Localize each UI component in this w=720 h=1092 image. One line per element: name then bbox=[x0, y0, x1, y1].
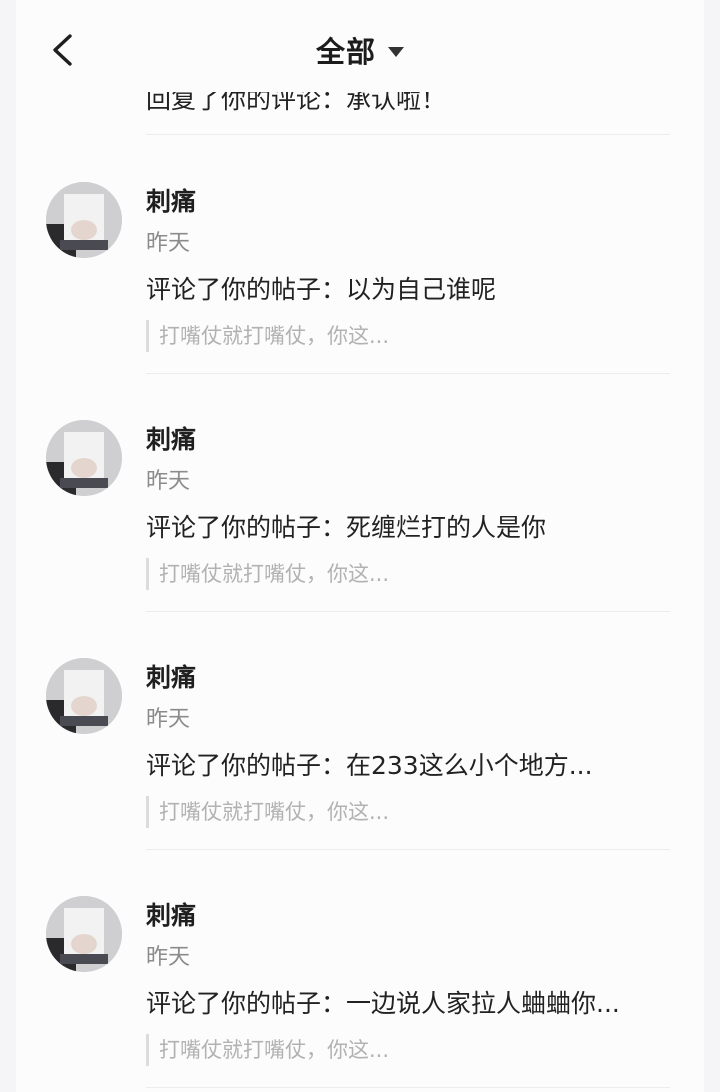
avatar[interactable] bbox=[46, 896, 122, 972]
timestamp: 昨天 bbox=[146, 231, 191, 256]
avatar[interactable] bbox=[46, 420, 122, 496]
timestamp: 昨天 bbox=[146, 469, 191, 494]
comment-text[interactable]: 评论了你的帖子：一边说人家拉人蛐蛐你... bbox=[146, 984, 620, 1020]
notification-item[interactable]: 刺痛 昨天 评论了你的帖子：以为自己谁呢 打嘴仗就打嘴仗，你这... bbox=[16, 136, 704, 374]
quoted-post[interactable]: 打嘴仗就打嘴仗，你这... bbox=[146, 1034, 389, 1066]
quoted-post[interactable]: 打嘴仗就打嘴仗，你这... bbox=[146, 320, 389, 352]
top-bar: 全部 bbox=[16, 0, 704, 92]
username[interactable]: 刺痛 bbox=[146, 658, 196, 694]
quoted-post[interactable]: 打嘴仗就打嘴仗，你这... bbox=[146, 796, 389, 828]
timestamp: 昨天 bbox=[146, 707, 191, 732]
divider bbox=[146, 1087, 670, 1088]
username[interactable]: 刺痛 bbox=[146, 182, 196, 218]
comment-text[interactable]: 评论了你的帖子：死缠烂打的人是你 bbox=[146, 508, 546, 544]
notification-item[interactable]: 刺痛 昨天 评论了你的帖子：一边说人家拉人蛐蛐你... 打嘴仗就打嘴仗，你这..… bbox=[16, 850, 704, 1088]
avatar[interactable] bbox=[46, 658, 122, 734]
notification-list: 刺痛 昨天 评论了你的帖子：以为自己谁呢 打嘴仗就打嘴仗，你这... 刺痛 昨天… bbox=[16, 136, 704, 1088]
caret-down-icon bbox=[388, 46, 404, 57]
notification-item[interactable]: 刺痛 昨天 评论了你的帖子：在233这么小个地方... 打嘴仗就打嘴仗，你这..… bbox=[16, 612, 704, 850]
notification-screen: 全部 回复了你的评论：承认啦！ 刺痛 昨天 评论了你的帖子：以为自己谁呢 打嘴仗… bbox=[16, 0, 704, 1092]
divider bbox=[146, 134, 670, 135]
notification-item[interactable]: 刺痛 昨天 评论了你的帖子：死缠烂打的人是你 打嘴仗就打嘴仗，你这... bbox=[16, 374, 704, 612]
page-title: 全部 bbox=[315, 35, 376, 69]
avatar[interactable] bbox=[46, 182, 122, 258]
filter-dropdown[interactable]: 全部 bbox=[16, 30, 704, 70]
comment-text[interactable]: 评论了你的帖子：在233这么小个地方... bbox=[146, 746, 593, 782]
username[interactable]: 刺痛 bbox=[146, 420, 196, 456]
comment-text[interactable]: 评论了你的帖子：以为自己谁呢 bbox=[146, 270, 496, 306]
timestamp: 昨天 bbox=[146, 945, 191, 970]
quoted-post[interactable]: 打嘴仗就打嘴仗，你这... bbox=[146, 558, 389, 590]
username[interactable]: 刺痛 bbox=[146, 896, 196, 932]
